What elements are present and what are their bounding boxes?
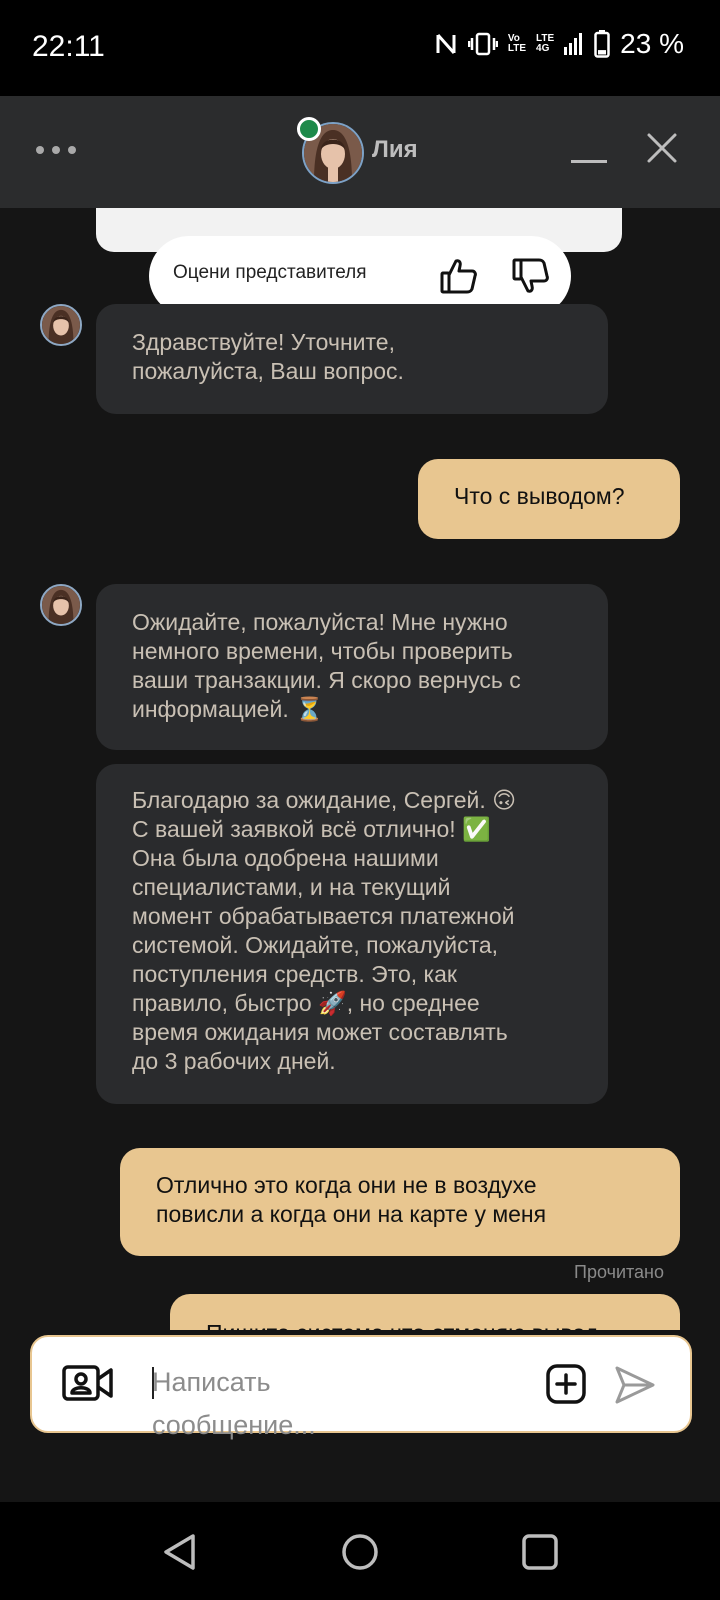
send-icon[interactable]	[614, 1365, 656, 1405]
avatar	[40, 584, 82, 626]
message-text: Ожидайте, пожалуйста! Мне нужно немного …	[132, 609, 521, 722]
agent-message: Благодарю за ожидание, Сергей. 🙃 С вашей…	[96, 764, 608, 1104]
message-text: Благодарю за ожидание, Сергей. 🙃 С вашей…	[132, 787, 517, 1074]
online-status-dot	[297, 117, 321, 141]
more-icon[interactable]	[36, 146, 76, 154]
rating-prompt: Оцени представителя	[173, 262, 367, 283]
message-input[interactable]: Написать сообщение...	[152, 1361, 512, 1447]
message-text: Что с выводом?	[454, 483, 625, 509]
lte-bottom: 4G	[536, 43, 550, 54]
chat-header: Лия	[0, 96, 720, 208]
agent-message: Здравствуйте! Уточните, пожалуйста, Ваш …	[96, 304, 608, 414]
agent-name: Лия	[372, 136, 418, 163]
close-icon[interactable]	[646, 132, 678, 164]
user-message: Что с выводом?	[418, 459, 680, 539]
thumbs-down-icon[interactable]	[511, 256, 551, 296]
status-icons: Vo LTE LTE 4G 23 %	[434, 28, 684, 60]
lte-icon: LTE 4G	[536, 34, 554, 54]
minimize-icon[interactable]	[571, 160, 607, 163]
agent-message: Ожидайте, пожалуйста! Мне нужно немного …	[96, 584, 608, 750]
battery-percent: 23 %	[620, 28, 684, 59]
video-call-icon[interactable]	[62, 1365, 114, 1401]
message-text: Здравствуйте! Уточните, пожалуйста, Ваш …	[132, 329, 404, 384]
volte-icon: Vo LTE	[508, 34, 526, 54]
status-time: 22:11	[32, 30, 105, 63]
vibrate-icon	[467, 31, 498, 57]
attach-icon[interactable]	[546, 1364, 586, 1404]
message-composer: Написать сообщение...	[30, 1335, 692, 1440]
navigation-bar	[0, 1502, 720, 1600]
back-icon[interactable]	[160, 1532, 200, 1572]
read-status: Прочитано	[574, 1262, 664, 1282]
status-bar: 22:11 Vo LTE LTE 4G 23 %	[0, 0, 720, 96]
user-message: Отлично это когда они не в воздухе повис…	[120, 1148, 680, 1256]
signal-icon	[564, 33, 584, 55]
volte-bottom: LTE	[507, 43, 527, 54]
home-icon[interactable]	[340, 1532, 380, 1572]
nfc-icon	[434, 31, 458, 57]
battery-icon	[594, 30, 610, 58]
avatar	[40, 304, 82, 346]
message-text: Отлично это когда они не в воздухе повис…	[156, 1172, 547, 1227]
recents-icon[interactable]	[520, 1532, 560, 1572]
thumbs-up-icon[interactable]	[439, 256, 479, 296]
